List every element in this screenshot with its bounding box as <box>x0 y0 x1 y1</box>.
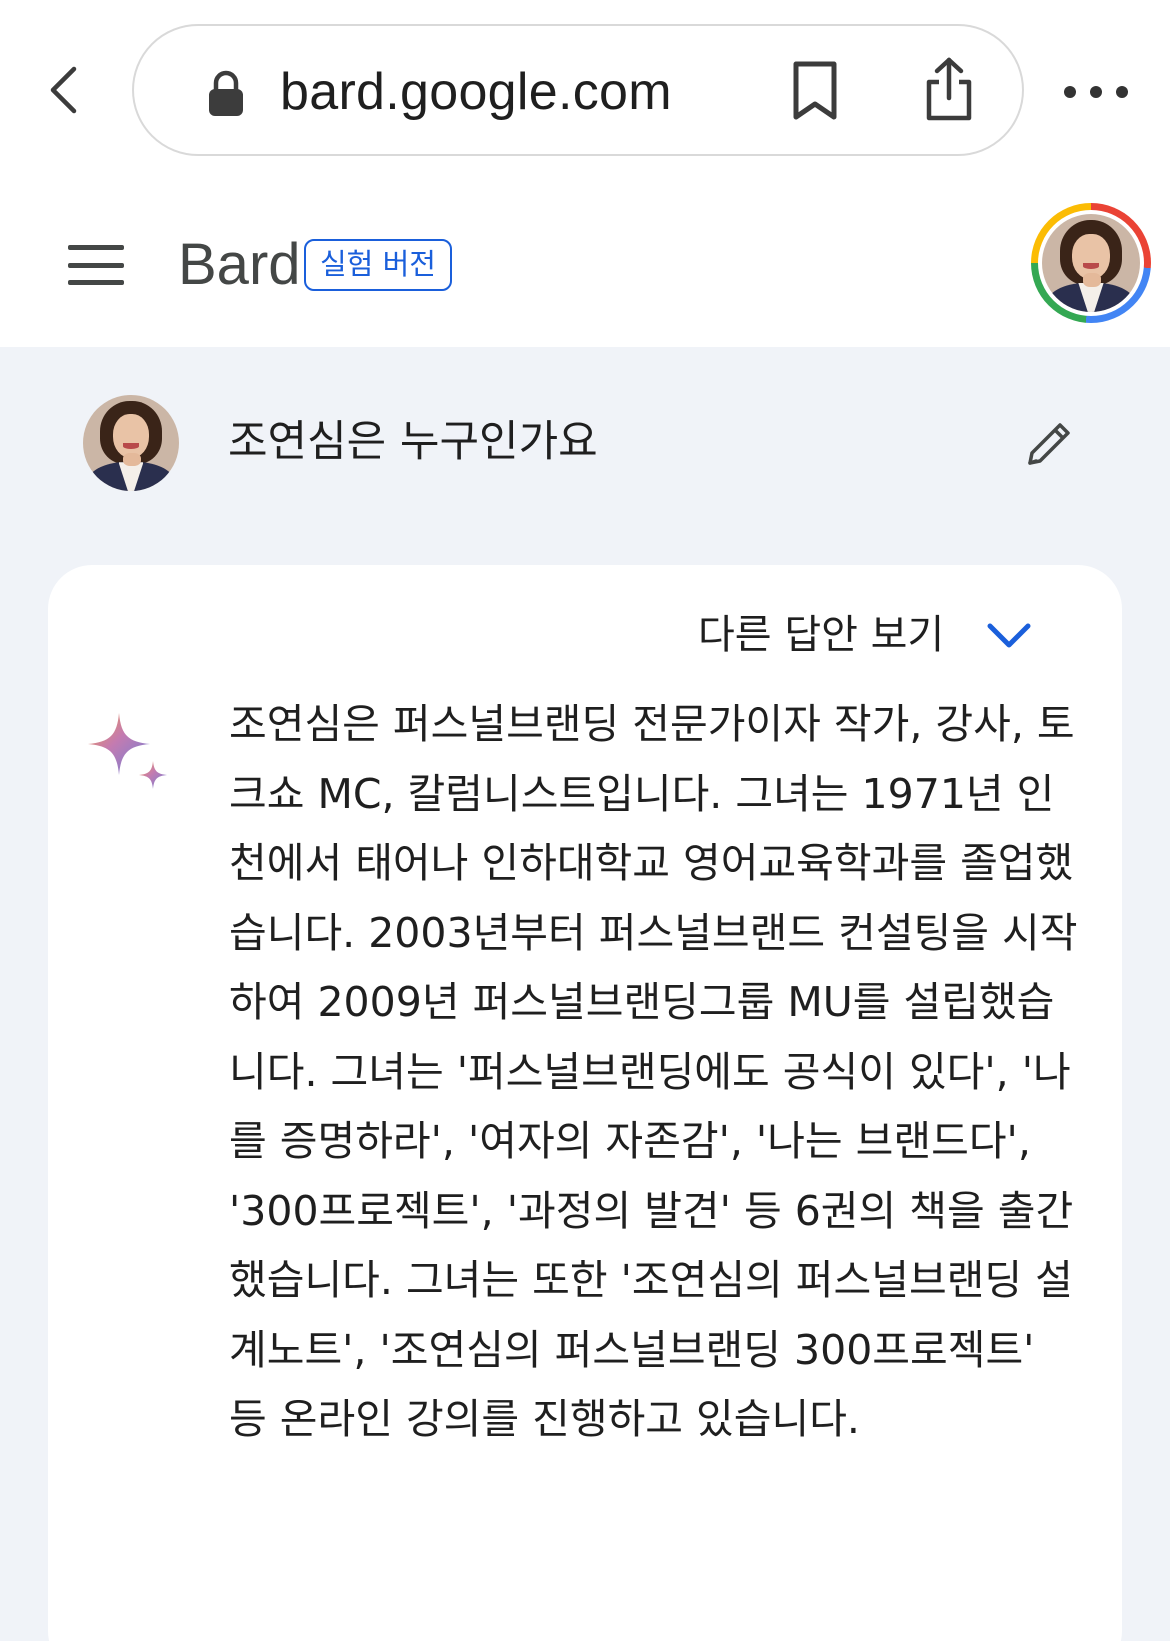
address-bar[interactable]: bard.google.com <box>132 24 1024 156</box>
chevron-down-icon <box>987 623 1031 648</box>
bookmark-icon[interactable] <box>790 60 840 122</box>
response-card: 다른 답안 보기 조연심은 퍼스널브랜딩 전문가이자 작가, 강사, 토크쇼 M… <box>48 565 1122 1641</box>
dot <box>1116 86 1128 98</box>
menu-line <box>68 280 124 285</box>
share-icon[interactable] <box>922 56 976 122</box>
response-text: 조연심은 퍼스널브랜딩 전문가이자 작가, 강사, 토크쇼 MC, 칼럼니스트입… <box>229 700 1078 1443</box>
hamburger-menu-icon[interactable] <box>68 245 124 285</box>
lock-icon <box>209 70 243 116</box>
photo-smile <box>123 443 139 449</box>
photo-hand <box>123 452 141 467</box>
menu-line <box>68 262 124 268</box>
conversation-area: 조연심은 누구인가요 다른 답안 보기 조연심은 퍼스널브랜딩 전문가이자 작가… <box>0 347 1170 1641</box>
chevron-left-icon <box>50 66 77 114</box>
avatar-ring-gap <box>1038 210 1144 316</box>
user-prompt-row: 조연심은 누구인가요 <box>0 347 1170 567</box>
experiment-badge: 실험 버전 <box>304 239 452 291</box>
photo-hand <box>1083 272 1101 287</box>
view-other-drafts-label: 다른 답안 보기 <box>698 612 945 658</box>
bard-sparkle-icon <box>88 713 167 789</box>
more-horizontal-icon[interactable] <box>1064 72 1128 112</box>
url-text[interactable]: bard.google.com <box>280 56 672 128</box>
menu-line <box>68 245 124 250</box>
pencil-icon[interactable] <box>1022 417 1076 471</box>
app-header: Bard 실험 버전 <box>0 175 1170 347</box>
dot <box>1090 86 1102 98</box>
view-other-drafts-button[interactable]: 다른 답안 보기 <box>698 605 1032 665</box>
back-button[interactable] <box>40 60 86 120</box>
user-avatar <box>83 395 179 491</box>
photo-face <box>1072 233 1110 279</box>
photo-smile <box>1083 263 1099 269</box>
browser-toolbar: bard.google.com <box>0 0 1170 175</box>
dot <box>1064 86 1076 98</box>
user-query-text: 조연심은 누구인가요 <box>228 417 598 467</box>
app-logo[interactable]: Bard <box>178 227 301 303</box>
avatar-photo <box>1042 214 1140 312</box>
account-avatar[interactable] <box>1031 203 1151 323</box>
photo-face <box>112 414 150 459</box>
